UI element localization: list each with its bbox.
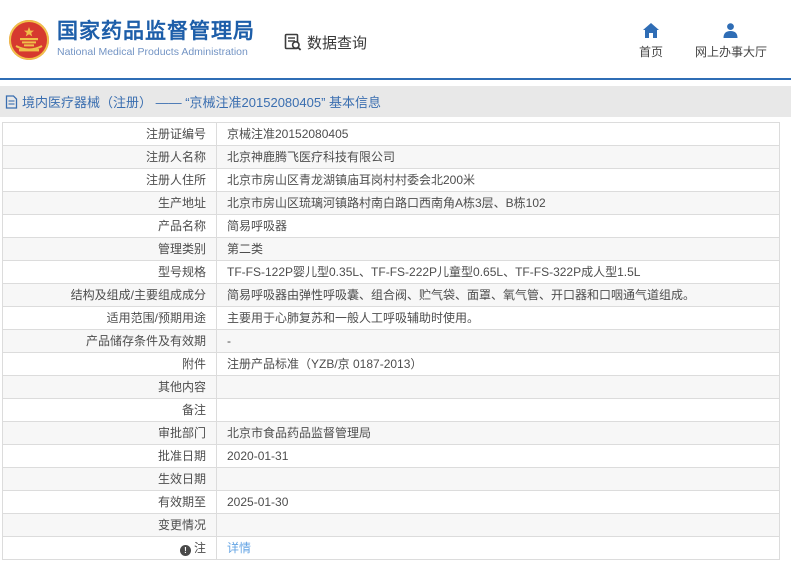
registration-info-table-body: 注册证编号 京械注准20152080405 注册人名称 北京神鹿腾飞医疗科技有限公司注… <box>2 122 780 560</box>
table-row: 结构及组成/主要组成成分 简易呼吸器由弹性呼吸囊、组合阀、贮气袋、面罩、氧气管、开… <box>2 283 780 307</box>
table-row: 注册人住所 北京市房山区青龙湖镇庙耳岗村村委会北200米 <box>2 168 780 192</box>
table-row: 备注 <box>2 398 780 422</box>
table-row: 产品储存条件及有效期 - <box>2 329 780 353</box>
row-label: 注册证编号 <box>2 122 217 146</box>
row-value: 北京市房山区青龙湖镇庙耳岗村村委会北200米 <box>216 168 780 192</box>
breadcrumb: 境内医疗器械（注册） —— “京械注准20152080405” 基本信息 <box>0 86 791 117</box>
table-row: 产品名称 简易呼吸器 <box>2 214 780 238</box>
table-row: 附件 注册产品标准（YZB/京 0187-2013） <box>2 352 780 376</box>
row-value: 简易呼吸器由弹性呼吸囊、组合阀、贮气袋、面罩、氧气管、开口器和口咽通气道组成。 <box>216 283 780 307</box>
nav-item-label: 网上办事大厅 <box>694 44 767 59</box>
row-value: 主要用于心肺复苏和一般人工呼吸辅助时使用。 <box>216 306 780 330</box>
table-row: 生效日期 <box>2 467 780 491</box>
registration-info-table: 注册证编号 京械注准20152080405 注册人名称 北京神鹿腾飞医疗科技有限公司注… <box>2 122 780 560</box>
row-value: 第二类 <box>216 237 780 261</box>
national-emblem-logo <box>9 20 49 60</box>
brand-block: 国家药品监督管理局 National Medical Products Admi… <box>57 20 255 58</box>
row-label: 变更情况 <box>2 513 217 537</box>
document-icon <box>5 94 18 109</box>
row-value: 北京神鹿腾飞医疗科技有限公司 <box>216 145 780 169</box>
row-value: 北京市食品药品监督管理局 <box>216 421 780 445</box>
row-label: 生产地址 <box>2 191 217 215</box>
row-label: 型号规格 <box>2 260 217 284</box>
row-label: 有效期至 <box>2 490 217 514</box>
data-query-label: 数据查询 <box>307 34 368 52</box>
row-value <box>216 375 780 399</box>
row-label: 管理类别 <box>2 237 217 261</box>
row-value: 北京市房山区琉璃河镇路村南白路口西南角A栋3层、B栋102 <box>216 191 780 215</box>
row-value: 简易呼吸器 <box>216 214 780 238</box>
row-value: - <box>216 329 780 353</box>
row-label: 附件 <box>2 352 217 376</box>
row-value: 详情 <box>216 536 780 560</box>
table-row: ! 注详情 <box>2 536 780 560</box>
table-row: 注册证编号 京械注准20152080405 <box>2 122 780 146</box>
detail-link[interactable]: 详情 <box>227 541 251 555</box>
table-row: 审批部门 北京市食品药品监督管理局 <box>2 421 780 445</box>
user-icon <box>723 22 738 38</box>
table-row: 管理类别 第二类 <box>2 237 780 261</box>
table-row: 生产地址 北京市房山区琉璃河镇路村南白路口西南角A栋3层、B栋102 <box>2 191 780 215</box>
site-title: 国家药品监督管理局 <box>57 20 255 43</box>
nav-item-home[interactable]: 首页 <box>638 22 663 60</box>
row-label: 备注 <box>2 398 217 422</box>
row-label: 适用范围/预期用途 <box>2 306 217 330</box>
data-query-icon <box>284 33 302 51</box>
site-header: 国家药品监督管理局 National Medical Products Admi… <box>0 0 791 78</box>
note-icon: ! <box>179 545 191 556</box>
row-value: 京械注准20152080405 <box>216 122 780 146</box>
table-row: 其他内容 <box>2 375 780 399</box>
row-value: 注册产品标准（YZB/京 0187-2013） <box>216 352 780 376</box>
row-label: 结构及组成/主要组成成分 <box>2 283 217 307</box>
row-value: 2020-01-31 <box>216 444 780 468</box>
row-label: ! 注 <box>2 536 217 560</box>
row-label: 产品储存条件及有效期 <box>2 329 217 353</box>
row-label: 审批部门 <box>2 421 217 445</box>
row-label: 生效日期 <box>2 467 217 491</box>
nav-item-label: 首页 <box>638 44 663 59</box>
row-value <box>216 398 780 422</box>
top-nav: 首页 网上办事大厅 <box>638 22 767 60</box>
row-label: 产品名称 <box>2 214 217 238</box>
table-row: 型号规格 TF-FS-122P婴儿型0.35L、TF-FS-222P儿童型0.65… <box>2 260 780 284</box>
page: 国家药品监督管理局 National Medical Products Admi… <box>0 0 791 567</box>
site-subtitle: National Medical Products Administration <box>57 46 248 58</box>
row-value: 2025-01-30 <box>216 490 780 514</box>
table-row: 注册人名称 北京神鹿腾飞医疗科技有限公司 <box>2 145 780 169</box>
breadcrumb-text: 境内医疗器械（注册） —— “京械注准20152080405” 基本信息 <box>22 95 382 110</box>
home-icon <box>642 22 659 38</box>
row-label: 其他内容 <box>2 375 217 399</box>
table-row: 批准日期 2020-01-31 <box>2 444 780 468</box>
table-row: 适用范围/预期用途 主要用于心肺复苏和一般人工呼吸辅助时使用。 <box>2 306 780 330</box>
row-label: 批准日期 <box>2 444 217 468</box>
row-label: 注册人住所 <box>2 168 217 192</box>
header-divider <box>0 78 791 80</box>
table-row: 有效期至 2025-01-30 <box>2 490 780 514</box>
nav-item-service-hall[interactable]: 网上办事大厅 <box>694 22 767 60</box>
row-value: TF-FS-122P婴儿型0.35L、TF-FS-222P儿童型0.65L、TF… <box>216 260 780 284</box>
table-row: 变更情况 <box>2 513 780 537</box>
row-value <box>216 467 780 491</box>
row-value <box>216 513 780 537</box>
data-query-entry[interactable]: 数据查询 <box>283 32 367 53</box>
main-content: 注册证编号 京械注准20152080405 注册人名称 北京神鹿腾飞医疗科技有限公司注… <box>2 122 780 560</box>
row-label: 注册人名称 <box>2 145 217 169</box>
